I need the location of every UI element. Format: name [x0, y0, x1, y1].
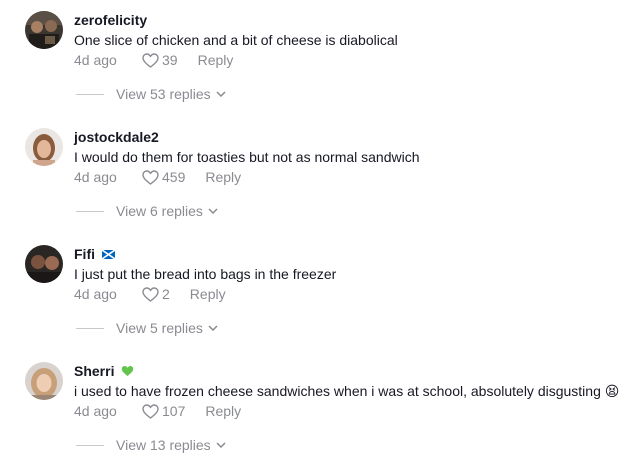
reply-button[interactable]: Reply [190, 285, 226, 303]
comment-text: One slice of chicken and a bit of cheese… [74, 32, 398, 48]
like-button[interactable]: 39 [142, 51, 178, 69]
view-replies-button[interactable]: View 6 replies [76, 202, 218, 220]
comment-item: Sherri i used to have frozen cheese sand… [0, 351, 634, 468]
like-count: 459 [162, 169, 186, 185]
comment-text: i used to have frozen cheese sandwiches … [74, 383, 620, 399]
timestamp: 4d ago [74, 403, 117, 419]
username[interactable]: jostockdale2 [74, 129, 159, 145]
comment-meta: 4d ago 459 Reply [74, 168, 241, 186]
chevron-down-icon [216, 442, 226, 448]
like-count: 107 [162, 403, 186, 419]
avatar[interactable] [25, 11, 63, 49]
comment-text: I just put the bread into bags in the fr… [74, 266, 337, 282]
timestamp: 4d ago [74, 169, 117, 185]
view-replies-label: View 13 replies [116, 437, 211, 453]
comment-meta: 4d ago 2 Reply [74, 285, 226, 303]
username[interactable]: Sherri [74, 363, 134, 379]
avatar[interactable] [25, 362, 63, 400]
comment-meta: 4d ago 107 Reply [74, 402, 241, 420]
comment-item: zerofelicity One slice of chicken and a … [0, 0, 634, 117]
view-replies-label: View 5 replies [116, 320, 203, 336]
heart-icon [142, 169, 159, 185]
reply-button[interactable]: Reply [205, 168, 241, 186]
heart-icon [142, 403, 159, 419]
tired-face-emoji: 😫 [604, 383, 620, 399]
divider-line [76, 210, 104, 212]
chevron-down-icon [208, 208, 218, 214]
comment-text: I would do them for toasties but not as … [74, 149, 420, 165]
timestamp: 4d ago [74, 286, 117, 302]
reply-button[interactable]: Reply [198, 51, 234, 69]
scotland-flag-icon [101, 249, 115, 259]
like-count: 2 [162, 286, 170, 302]
chevron-down-icon [208, 325, 218, 331]
green-heart-icon [122, 366, 134, 377]
heart-icon [142, 286, 159, 302]
chevron-down-icon [216, 91, 226, 97]
view-replies-label: View 6 replies [116, 203, 203, 219]
divider-line [76, 444, 104, 446]
comment-meta: 4d ago 39 Reply [74, 51, 233, 69]
comment-item: jostockdale2 I would do them for toastie… [0, 117, 634, 234]
view-replies-button[interactable]: View 5 replies [76, 319, 218, 337]
view-replies-label: View 53 replies [116, 86, 211, 102]
like-button[interactable]: 107 [142, 402, 185, 420]
divider-line [76, 327, 104, 329]
username[interactable]: zerofelicity [74, 12, 147, 28]
view-replies-button[interactable]: View 53 replies [76, 85, 226, 103]
like-button[interactable]: 2 [142, 285, 170, 303]
like-button[interactable]: 459 [142, 168, 185, 186]
avatar[interactable] [25, 245, 63, 283]
view-replies-button[interactable]: View 13 replies [76, 436, 226, 454]
avatar[interactable] [25, 128, 63, 166]
like-count: 39 [162, 52, 178, 68]
comment-item: Fifi I just put the bread into bags in t… [0, 234, 634, 351]
timestamp: 4d ago [74, 52, 117, 68]
heart-icon [142, 52, 159, 68]
reply-button[interactable]: Reply [205, 402, 241, 420]
username[interactable]: Fifi [74, 246, 115, 262]
divider-line [76, 93, 104, 95]
